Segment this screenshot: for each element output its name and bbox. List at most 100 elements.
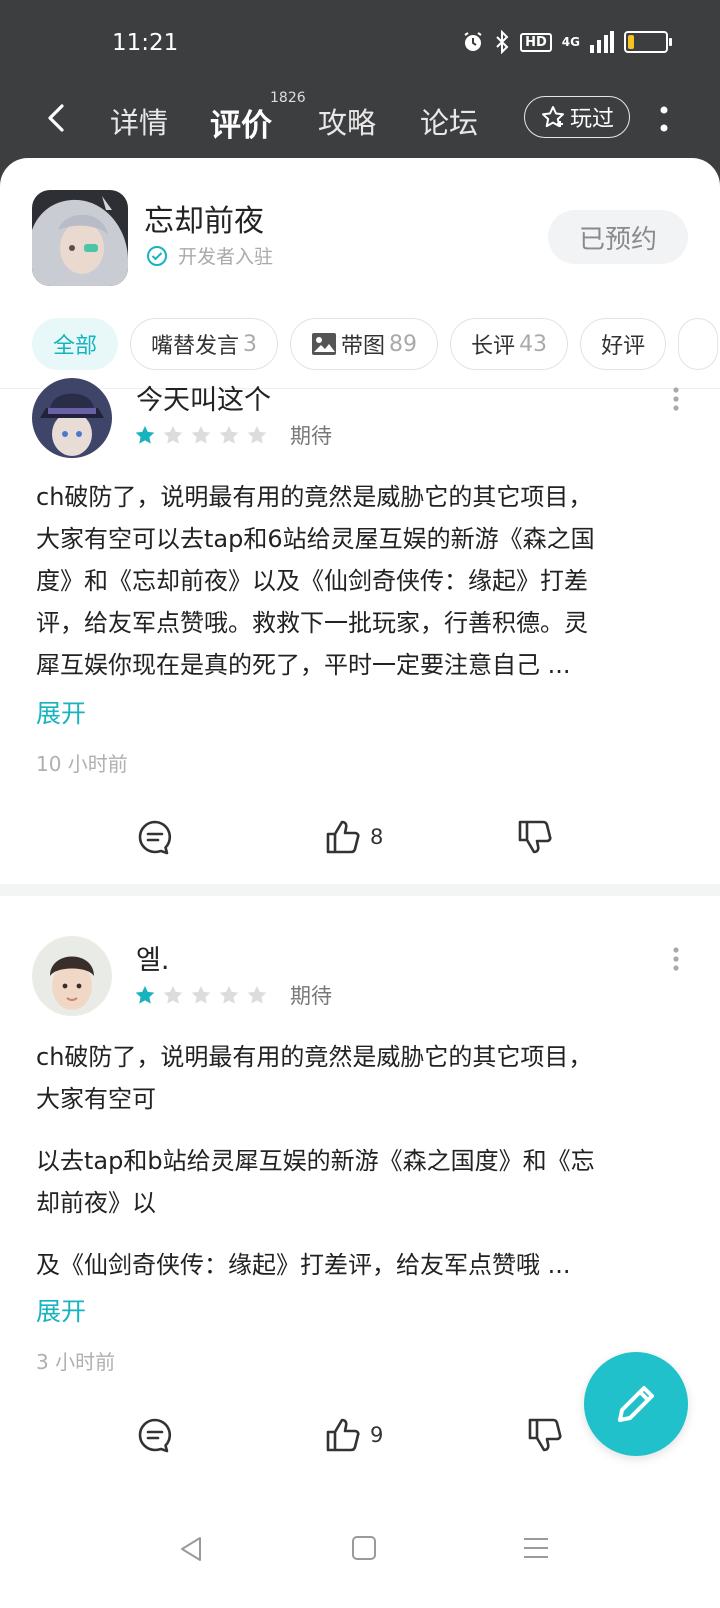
review-username: 今天叫这个 bbox=[136, 385, 271, 416]
status-icons: HD 4G bbox=[462, 30, 672, 54]
review-line: 以去tap和b站给灵犀互娱的新游《森之国度》和《忘 bbox=[36, 1147, 595, 1175]
review-paragraph: 及《仙剑奇侠传：缘起》打差评，给友军点赞哦 ... bbox=[36, 1244, 686, 1286]
filter-count: 3 bbox=[243, 331, 258, 357]
more-icon[interactable] bbox=[652, 102, 676, 138]
system-nav-bar bbox=[0, 1530, 720, 1608]
rating-stars: 期待 bbox=[134, 420, 332, 450]
rating-stars: 期待 bbox=[134, 980, 332, 1010]
tab-reviews[interactable]: 评价 bbox=[210, 100, 272, 145]
star-empty-icon bbox=[191, 425, 211, 444]
tab-details[interactable]: 详情 bbox=[110, 100, 168, 142]
review-more-icon[interactable] bbox=[672, 386, 680, 412]
network-label: 4G bbox=[561, 35, 580, 49]
comment-button[interactable] bbox=[136, 818, 174, 856]
filter-chips: 全部 嘴替发言 3 带图 89 长评 43 好评 bbox=[32, 318, 719, 370]
filter-count: 89 bbox=[389, 331, 418, 357]
star-plus-icon bbox=[541, 106, 564, 128]
avatar[interactable] bbox=[32, 378, 112, 458]
filter-label: 好评 bbox=[601, 334, 646, 359]
like-count: 8 bbox=[370, 825, 384, 849]
like-button[interactable]: 8 bbox=[324, 818, 383, 856]
star-empty-icon bbox=[247, 985, 267, 1004]
review-line: 却前夜》以 bbox=[36, 1189, 156, 1217]
review-paragraph: ch破防了，说明最有用的竟然是威胁它的其它项目， 大家有空可 bbox=[36, 1036, 686, 1120]
nav-back-icon[interactable] bbox=[176, 1534, 206, 1564]
dislike-button[interactable] bbox=[516, 818, 554, 856]
game-title: 忘却前夜 bbox=[144, 204, 264, 239]
review-time: 3 小时前 bbox=[36, 1350, 116, 1374]
played-label: 玩过 bbox=[569, 107, 614, 132]
signal-icon bbox=[590, 31, 614, 53]
played-button[interactable]: 玩过 bbox=[524, 96, 630, 138]
star-empty-icon bbox=[163, 425, 183, 444]
battery-icon bbox=[624, 31, 672, 53]
tab-guides[interactable]: 攻略 bbox=[318, 100, 376, 142]
expand-link[interactable]: 展开 bbox=[36, 1292, 86, 1328]
review-line: ch破防了，说明最有用的竟然是威胁它的其它项目， bbox=[36, 1043, 593, 1071]
verified-icon bbox=[147, 245, 167, 266]
review-tag: 期待 bbox=[290, 424, 332, 448]
thumbs-up-icon bbox=[326, 820, 360, 854]
review-username: 엘. bbox=[136, 945, 170, 976]
status-time: 11:21 bbox=[112, 30, 179, 56]
review-line: ch破防了，说明最有用的竟然是威胁它的其它项目， bbox=[36, 483, 593, 511]
review-more-icon[interactable] bbox=[672, 946, 680, 972]
filter-label: 长评 bbox=[471, 334, 516, 359]
back-icon[interactable] bbox=[40, 100, 76, 136]
thumbs-down-icon bbox=[518, 820, 552, 854]
star-filled-icon bbox=[135, 985, 155, 1004]
filter-more[interactable] bbox=[678, 318, 719, 370]
star-empty-icon bbox=[163, 985, 183, 1004]
avatar[interactable] bbox=[32, 936, 112, 1016]
star-empty-icon bbox=[247, 425, 267, 444]
star-empty-icon bbox=[219, 985, 239, 1004]
bluetooth-icon bbox=[496, 30, 509, 54]
filter-divider bbox=[0, 388, 720, 389]
review-body[interactable]: ch破防了，说明最有用的竟然是威胁它的其它项目， 大家有空可 以去tap和b站给… bbox=[36, 1036, 686, 1286]
review-paragraph: 以去tap和b站给灵犀互娱的新游《森之国度》和《忘 却前夜》以 bbox=[36, 1140, 686, 1224]
thumbs-down-icon bbox=[528, 1418, 562, 1452]
filter-quotes[interactable]: 嘴替发言 3 bbox=[130, 318, 279, 370]
hd-badge: HD bbox=[520, 32, 552, 52]
review-separator bbox=[0, 884, 720, 896]
developer-label: 开发者入驻 bbox=[178, 246, 274, 268]
reserved-button[interactable]: 已预约 bbox=[548, 210, 688, 264]
expand-link[interactable]: 展开 bbox=[36, 694, 86, 730]
top-nav: 详情 评价 1826 攻略 论坛 玩过 bbox=[0, 90, 720, 152]
review-line: 及《仙剑奇侠传：缘起》打差评，给友军点赞哦 ... bbox=[36, 1251, 571, 1279]
filter-with-images[interactable]: 带图 89 bbox=[290, 318, 439, 370]
nav-menu-icon[interactable] bbox=[522, 1534, 550, 1562]
write-review-button[interactable] bbox=[584, 1352, 688, 1456]
filter-count: 43 bbox=[519, 331, 548, 357]
alarm-icon bbox=[464, 32, 482, 51]
filter-long-review[interactable]: 长评 43 bbox=[450, 318, 569, 370]
filter-label: 全部 bbox=[53, 334, 98, 359]
review-line: 度》和《忘却前夜》以及《仙剑奇侠传：缘起》打差 bbox=[36, 567, 588, 595]
review-tag: 期待 bbox=[290, 984, 332, 1008]
comment-button[interactable] bbox=[136, 1416, 174, 1454]
review-line: 犀互娱你现在是真的死了，平时一定要注意自己 ... bbox=[36, 651, 571, 679]
comment-icon bbox=[138, 1418, 172, 1453]
tab-forum[interactable]: 论坛 bbox=[420, 100, 478, 142]
star-empty-icon bbox=[219, 425, 239, 444]
dislike-button[interactable] bbox=[526, 1416, 564, 1454]
review-line: 大家有空可以去tap和6站给灵屋互娱的新游《森之国 bbox=[36, 525, 595, 553]
review-line: 大家有空可 bbox=[36, 1085, 156, 1113]
filter-all[interactable]: 全部 bbox=[32, 318, 119, 370]
filter-label: 嘴替发言 bbox=[151, 334, 240, 359]
like-button[interactable]: 9 bbox=[324, 1416, 383, 1454]
like-count: 9 bbox=[370, 1423, 384, 1447]
image-icon bbox=[312, 333, 337, 355]
thumbs-up-icon bbox=[326, 1418, 360, 1452]
review-body[interactable]: ch破防了，说明最有用的竟然是威胁它的其它项目， 大家有空可以去tap和6站给灵… bbox=[36, 476, 686, 686]
reviews-count: 1826 bbox=[270, 90, 306, 106]
nav-home-icon[interactable] bbox=[350, 1534, 378, 1562]
review-time: 10 小时前 bbox=[36, 752, 128, 776]
star-empty-icon bbox=[191, 985, 211, 1004]
developer-badge: 开发者入驻 bbox=[146, 242, 273, 269]
game-icon[interactable] bbox=[32, 190, 128, 286]
filter-positive[interactable]: 好评 bbox=[580, 318, 667, 370]
comment-icon bbox=[138, 820, 172, 855]
pencil-icon bbox=[618, 1386, 654, 1422]
star-filled-icon bbox=[135, 425, 155, 444]
